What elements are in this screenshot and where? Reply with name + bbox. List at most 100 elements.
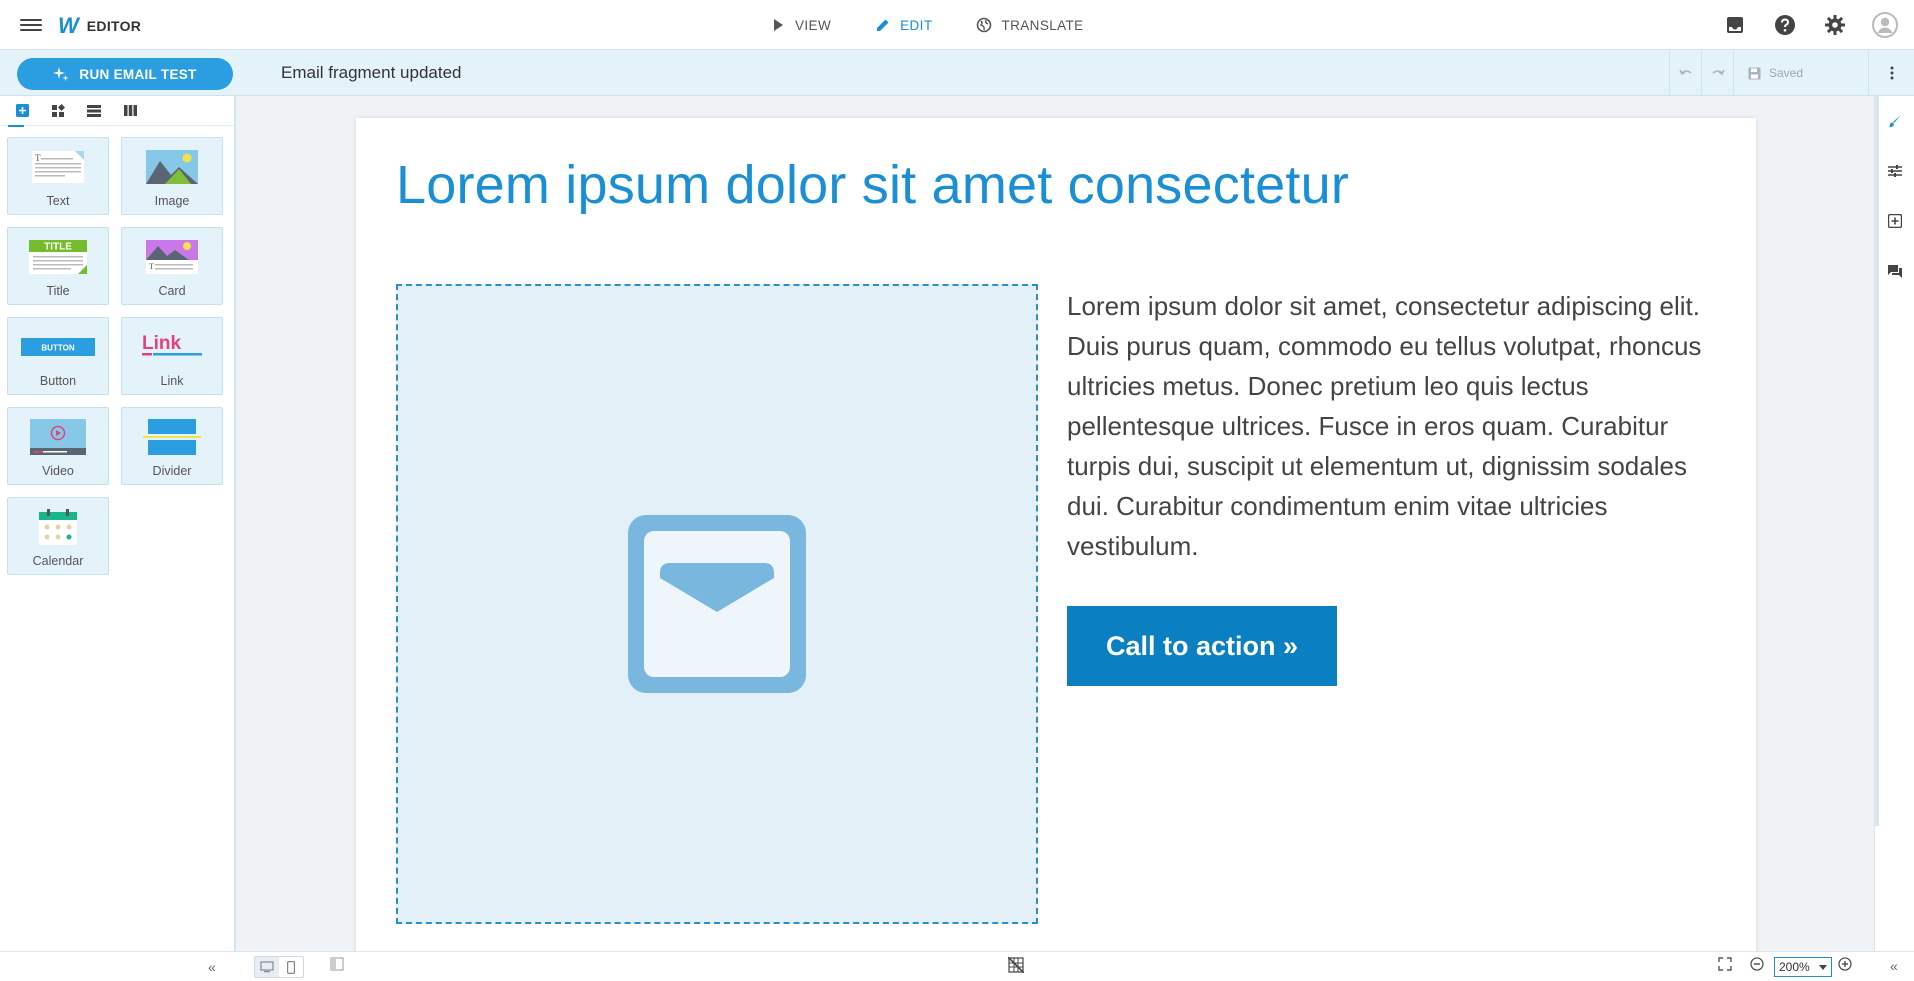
mode-edit[interactable]: EDIT	[875, 17, 932, 33]
globe-icon	[977, 17, 992, 33]
add-box-icon	[1888, 214, 1902, 228]
kebab-icon	[1890, 66, 1893, 80]
top-right-actions	[1722, 12, 1898, 38]
svg-text:T: T	[149, 262, 154, 271]
top-bar: W EDITOR VIEW EDIT TRANSLATE	[0, 0, 1914, 50]
block-button[interactable]: BUTTON Button	[7, 317, 109, 395]
pencil-icon	[877, 19, 889, 31]
desktop-view-button[interactable]	[255, 957, 279, 977]
envelope-icon	[628, 515, 806, 693]
link-thumb-text: Link	[142, 333, 181, 354]
mobile-icon	[287, 960, 295, 974]
collapse-right-icon[interactable]: «	[1890, 958, 1898, 974]
calendar-block-icon	[39, 509, 77, 545]
block-text[interactable]: T Text	[7, 137, 109, 215]
button-block-icon: BUTTON	[21, 338, 95, 356]
sparkle-icon	[53, 67, 69, 81]
block-label: Card	[158, 284, 186, 298]
mode-edit-label: EDIT	[900, 17, 933, 33]
tab-add-blocks[interactable]	[4, 96, 40, 127]
desktop-icon	[260, 961, 274, 973]
block-label: Link	[160, 374, 184, 388]
collapse-left-icon[interactable]: «	[208, 959, 216, 975]
mobile-view-button[interactable]	[279, 957, 303, 977]
email-body-text[interactable]: Lorem ipsum dolor sit amet, consectetur …	[1067, 286, 1727, 566]
tab-components[interactable]	[40, 96, 76, 126]
email-title[interactable]: Lorem ipsum dolor sit amet consectetur	[396, 154, 1349, 216]
comment-icon	[1888, 264, 1902, 278]
toolbar-right: Saved	[1669, 50, 1914, 96]
brush-icon	[1889, 115, 1901, 128]
rail-comments[interactable]	[1875, 246, 1914, 296]
image-placeholder[interactable]	[396, 284, 1038, 924]
properties-rail	[1874, 96, 1914, 951]
tab-columns[interactable]	[112, 96, 148, 126]
block-video[interactable]: Video	[7, 407, 109, 485]
plus-box-icon	[15, 104, 29, 117]
block-panel: T Text Image TITLE Title T Card BUTTON B…	[0, 96, 236, 951]
undo-icon	[1678, 69, 1691, 76]
block-image[interactable]: Image	[121, 137, 223, 215]
help-icon[interactable]	[1772, 12, 1798, 38]
title-block-icon: TITLE	[29, 240, 87, 274]
redo-button[interactable]	[1701, 50, 1733, 96]
run-email-test-button[interactable]: RUN EMAIL TEST	[17, 58, 233, 90]
block-card[interactable]: T Card	[121, 227, 223, 305]
rail-settings[interactable]	[1875, 146, 1914, 196]
mode-view[interactable]: VIEW	[770, 17, 831, 33]
brand: W EDITOR	[58, 13, 141, 39]
undo-button[interactable]	[1669, 50, 1701, 96]
canvas-scrollbar[interactable]	[1874, 96, 1879, 826]
menu-icon[interactable]	[20, 16, 42, 34]
brand-logo: W	[58, 13, 79, 38]
columns-icon	[123, 105, 137, 116]
play-icon	[774, 19, 783, 31]
widgets-icon	[52, 103, 65, 117]
editor-canvas: Lorem ipsum dolor sit amet consectetur L…	[238, 96, 1874, 951]
avatar[interactable]	[1872, 12, 1898, 38]
mode-translate[interactable]: TRANSLATE	[976, 17, 1083, 33]
block-label: Text	[46, 194, 70, 208]
action-toolbar: RUN EMAIL TEST Email fragment updated Sa…	[0, 50, 1914, 96]
block-label: Button	[39, 374, 77, 388]
video-block-icon	[30, 419, 86, 455]
redo-icon	[1712, 69, 1725, 76]
button-thumb-text: BUTTON	[41, 344, 74, 353]
more-options-button[interactable]	[1868, 50, 1914, 96]
block-list: T Text Image TITLE Title T Card BUTTON B…	[0, 126, 234, 586]
fullscreen-icon[interactable]	[1718, 957, 1732, 976]
run-email-test-label: RUN EMAIL TEST	[79, 66, 197, 82]
block-label: Calendar	[32, 554, 84, 568]
gear-icon[interactable]	[1822, 12, 1848, 38]
call-to-action-button[interactable]: Call to action »	[1067, 606, 1337, 686]
saved-indicator: Saved	[1733, 50, 1868, 96]
brand-name: EDITOR	[86, 18, 142, 34]
layout-toggle-icon[interactable]	[330, 957, 344, 976]
block-label: Image	[154, 194, 190, 208]
grid-off-icon[interactable]	[1007, 956, 1025, 978]
block-label: Divider	[152, 464, 192, 478]
inbox-icon[interactable]	[1722, 12, 1748, 38]
mode-translate-label: TRANSLATE	[1001, 17, 1084, 33]
title-thumb-text: TITLE	[44, 242, 72, 253]
rows-icon	[87, 104, 101, 117]
block-link[interactable]: Link Link	[121, 317, 223, 395]
mode-switcher: VIEW EDIT TRANSLATE	[770, 0, 1128, 50]
zoom-select[interactable]: 200%	[1774, 957, 1832, 977]
bottom-bar: « 200% «	[0, 951, 1914, 981]
link-block-icon: Link	[142, 333, 202, 356]
block-title[interactable]: TITLE Title	[7, 227, 109, 305]
zoom-in-icon[interactable]	[1838, 957, 1852, 976]
rail-add[interactable]	[1875, 196, 1914, 246]
text-block-icon: T	[32, 151, 84, 183]
block-calendar[interactable]: Calendar	[7, 497, 109, 575]
rail-style[interactable]	[1875, 96, 1914, 146]
tab-rows[interactable]	[76, 96, 112, 126]
email-preview: Lorem ipsum dolor sit amet consectetur L…	[356, 118, 1756, 951]
divider-block-icon	[143, 419, 201, 455]
mode-view-label: VIEW	[795, 17, 832, 33]
zoom-out-icon[interactable]	[1750, 957, 1764, 976]
floppy-icon	[1748, 67, 1761, 79]
saved-label: Saved	[1769, 66, 1804, 80]
block-divider[interactable]: Divider	[121, 407, 223, 485]
